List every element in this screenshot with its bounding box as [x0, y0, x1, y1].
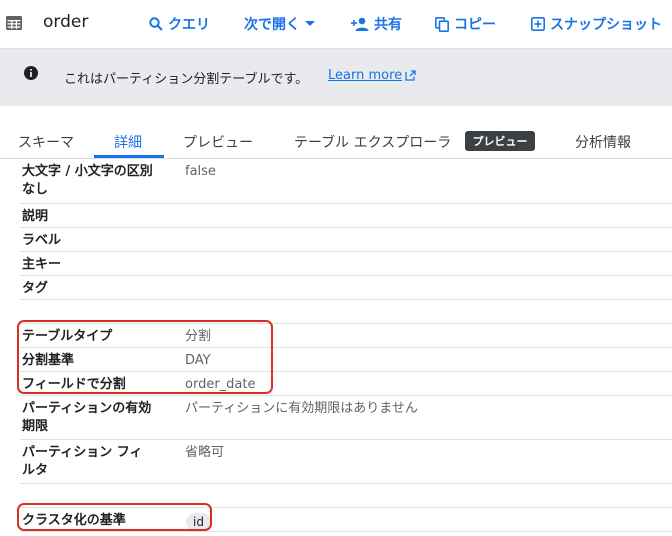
open-in-button[interactable]: 次で開く [244, 14, 315, 34]
tab-insights[interactable]: 分析情報 [575, 132, 631, 152]
add-person-icon [351, 17, 369, 31]
detail-row-primary-key: 主キー [20, 252, 672, 276]
detail-value: 省略可 [185, 445, 225, 460]
info-icon [24, 66, 38, 80]
tab-preview[interactable]: プレビュー [183, 132, 253, 152]
learn-more-link[interactable]: Learn more [328, 68, 416, 83]
detail-row-labels: ラベル [20, 228, 672, 252]
external-link-icon [405, 70, 416, 81]
snapshot-label: スナップショット [550, 17, 662, 33]
detail-label: 説明 [22, 209, 49, 224]
open-in-label: 次で開く [244, 17, 300, 33]
search-icon [149, 17, 163, 31]
tab-schema[interactable]: スキーマ [18, 132, 74, 152]
detail-row-tags: タグ [20, 276, 672, 300]
detail-label-line: ルタ [22, 463, 49, 478]
detail-label: パーティション フィ ルタ [22, 444, 172, 480]
snapshot-button[interactable]: スナップショット [531, 14, 662, 34]
query-label: クエリ [168, 17, 210, 33]
table-title: order [43, 12, 89, 32]
partition-highlight-box [17, 320, 273, 394]
query-button[interactable]: クエリ [149, 14, 210, 34]
detail-label-line: 大文字 / 小文字の区別 [22, 164, 153, 179]
tab-details[interactable]: 詳細 [114, 132, 142, 152]
table-icon [6, 16, 22, 30]
copy-label: コピー [454, 17, 496, 33]
tab-table-explorer[interactable]: テーブル エクスプローラ [294, 132, 451, 152]
add-box-icon [531, 17, 545, 31]
cluster-highlight-box [17, 503, 212, 531]
detail-label: 主キー [22, 257, 62, 272]
banner-message: これはパーティション分割テーブルです。 [64, 72, 309, 87]
detail-label-line: パーティションの有効 [22, 401, 152, 416]
toolbar: order クエリ 次で開く 共有 コピー スナップショット [0, 0, 672, 48]
active-tab-indicator [94, 155, 164, 158]
copy-button[interactable]: コピー [435, 14, 496, 34]
share-button[interactable]: 共有 [351, 14, 402, 34]
detail-label-line: パーティション フィ [22, 445, 143, 460]
info-banner: これはパーティション分割テーブルです。 Learn more [0, 48, 672, 106]
detail-row-case-insensitive: 大文字 / 小文字の区別 なし false [20, 159, 672, 204]
detail-label-line: なし [22, 182, 49, 197]
copy-icon [435, 16, 449, 32]
detail-label: タグ [22, 281, 49, 296]
dropdown-arrow-icon [305, 21, 315, 26]
detail-label: パーティションの有効 期限 [22, 400, 172, 436]
detail-value: パーティションに有効期限はありません [185, 401, 418, 416]
detail-label: 大文字 / 小文字の区別 なし [22, 163, 172, 199]
detail-row-partition-expiration: パーティションの有効 期限 パーティションに有効期限はありません [20, 396, 672, 440]
share-label: 共有 [374, 17, 402, 33]
detail-label-line: 期限 [22, 419, 49, 434]
detail-label: ラベル [22, 233, 62, 248]
detail-row-partition-filter: パーティション フィ ルタ 省略可 [20, 440, 672, 484]
preview-badge: プレビュー [465, 131, 535, 151]
learn-more-label: Learn more [328, 68, 403, 83]
detail-row-description: 説明 [20, 204, 672, 228]
detail-value: false [185, 164, 216, 179]
tab-bar: スキーマ 詳細 プレビュー テーブル エクスプローラ 分析情報 [0, 122, 672, 159]
